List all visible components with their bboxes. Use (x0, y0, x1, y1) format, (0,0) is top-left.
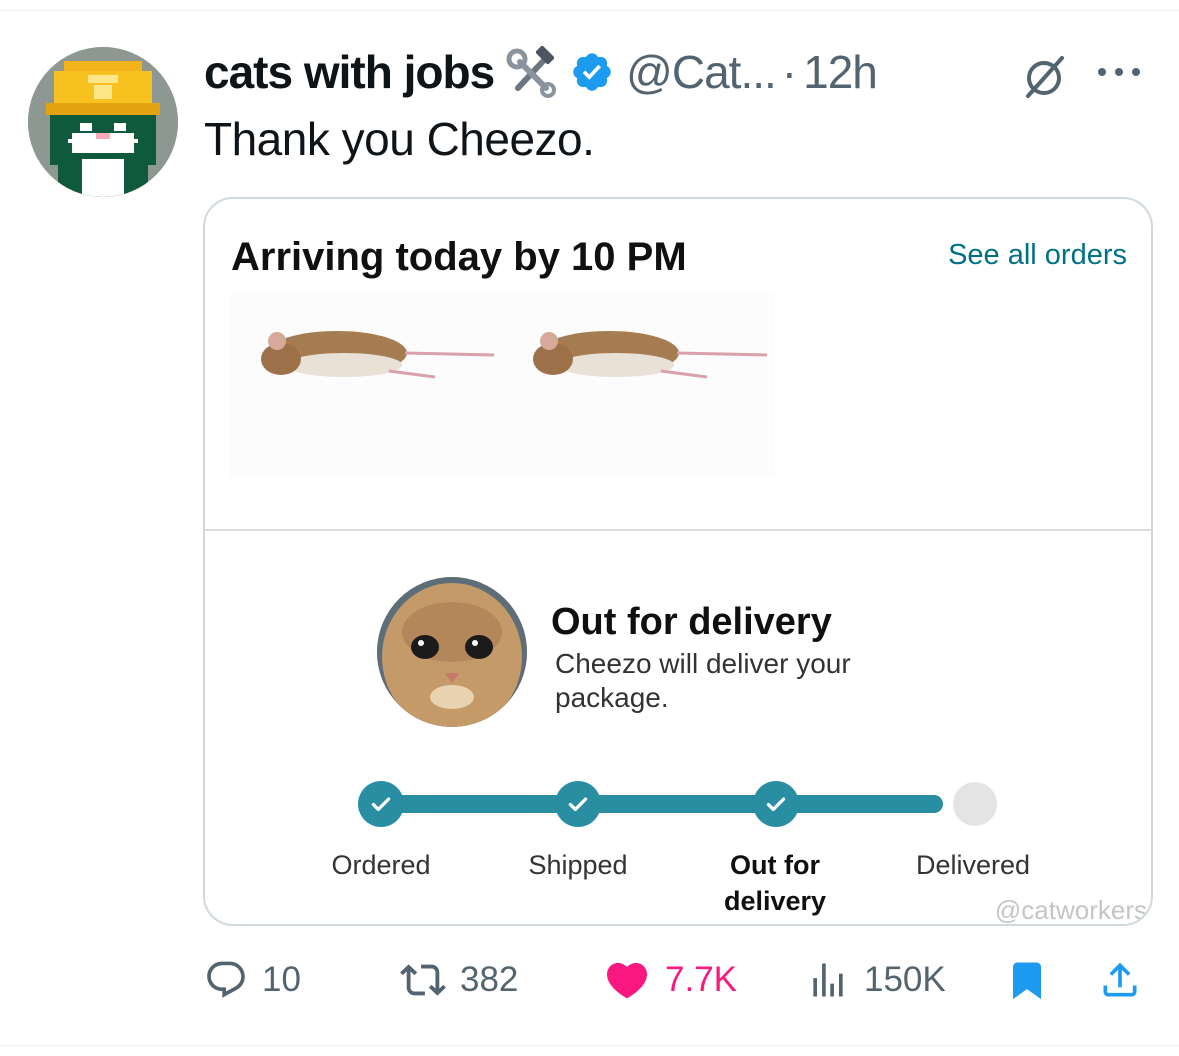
hammer-wrench-icon (504, 44, 560, 100)
mouse-image-2 (533, 331, 768, 379)
views-button[interactable]: 150K (806, 950, 946, 1010)
delivery-status-subtitle: Cheezo will deliver your package. (555, 648, 851, 713)
product-image (229, 293, 775, 476)
step-out-for-delivery-check-icon (753, 781, 799, 827)
arrival-heading: Arriving today by 10 PM (231, 235, 687, 279)
reply-icon (207, 961, 245, 998)
step-ordered-check-icon (358, 781, 404, 827)
image-watermark: @catworkers (994, 895, 1147, 925)
step-label-shipped: Shipped (528, 850, 628, 880)
reply-count: 10 (262, 960, 301, 999)
like-count: 7.7K (665, 960, 737, 999)
views-count: 150K (864, 960, 946, 999)
step-shipped-check-icon (555, 781, 601, 827)
repost-icon (400, 964, 446, 996)
step-delivered-pending-dot (953, 782, 997, 826)
like-button[interactable]: 7.7K (603, 950, 737, 1010)
courier-cat-photo (377, 577, 527, 727)
display-name[interactable]: cats with jobs (204, 45, 495, 99)
verified-badge-icon[interactable] (570, 50, 614, 94)
bottom-divider (0, 1045, 1179, 1046)
card-divider (205, 529, 1151, 531)
grok-icon[interactable] (1020, 52, 1068, 100)
user-handle[interactable]: @Cat... (626, 45, 777, 99)
repost-button[interactable]: 382 (400, 950, 518, 1010)
share-button[interactable] (1098, 950, 1156, 1010)
repost-count: 382 (460, 960, 519, 999)
reply-button[interactable]: 10 (204, 950, 301, 1010)
share-icon (1103, 962, 1137, 997)
separator-dot: · (781, 46, 798, 98)
bookmark-icon (1013, 962, 1041, 1000)
step-label-out-for-delivery: Out for delivery (723, 850, 827, 916)
tweet-media-card[interactable]: Arriving today by 10 PM See all orders O… (203, 197, 1153, 926)
step-label-ordered: Ordered (331, 850, 431, 880)
tweet-time[interactable]: 12h (803, 45, 878, 99)
tweet-header: cats with jobs @Cat... · 12h (204, 44, 878, 100)
top-divider (0, 10, 1179, 11)
more-icon[interactable] (1092, 54, 1146, 90)
avatar-cat-hardhat-image (28, 47, 178, 197)
progress-track (380, 795, 943, 813)
see-all-orders-link: See all orders (948, 239, 1127, 271)
tweet-action-bar: 10 382 7.7K 150K (0, 950, 1179, 1010)
step-label-delivered: Delivered (915, 850, 1031, 880)
tweet-text: Thank you Cheezo. (204, 113, 595, 165)
like-icon (606, 963, 648, 999)
bookmark-button[interactable] (1006, 950, 1062, 1010)
profile-avatar[interactable] (28, 47, 178, 197)
delivery-status-title: Out for delivery (551, 601, 832, 643)
mouse-image-1 (261, 331, 495, 379)
views-icon (813, 963, 843, 997)
